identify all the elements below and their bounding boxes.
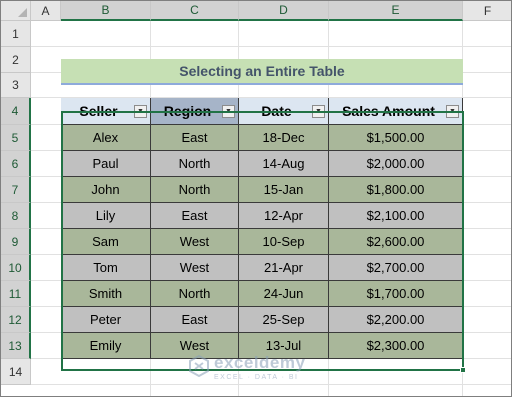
table-header-label: Seller [79,103,118,119]
table-cell[interactable]: East [151,307,239,333]
row-header-11[interactable]: 11 [1,281,31,307]
table-cell[interactable]: Emily [61,333,151,359]
table-cell[interactable]: North [151,177,239,203]
table-header-label: Sales Amount [342,103,435,119]
table-cell[interactable]: 25-Sep [239,307,329,333]
table-cell[interactable]: $2,000.00 [329,151,463,177]
column-header-c[interactable]: C [151,1,239,21]
row-header-14[interactable]: 14 [1,359,31,385]
table-cell[interactable]: $2,700.00 [329,255,463,281]
table-cell[interactable]: $1,700.00 [329,281,463,307]
watermark-name: exceldemy [214,353,306,372]
table-cell[interactable]: Peter [61,307,151,333]
table-cell[interactable]: West [151,229,239,255]
table-cell[interactable]: 10-Sep [239,229,329,255]
watermark-tagline: EXCEL · DATA · BI [214,374,299,381]
row-header-7[interactable]: 7 [1,177,31,203]
table-cell[interactable]: North [151,281,239,307]
column-header-e[interactable]: E [329,1,463,21]
row-header-1[interactable]: 1 [1,21,31,47]
sheet-title[interactable]: Selecting an Entire Table [61,59,463,85]
filter-dropdown-icon[interactable]: ▼ [446,105,459,118]
table-header-label: Date [261,103,292,119]
table-cell[interactable]: 21-Apr [239,255,329,281]
spreadsheet-window: A B C D E F 1 2 3 4 5 6 7 8 9 10 11 12 13 14 Selecting an En… [0,0,512,397]
column-header-a[interactable]: A [31,1,61,21]
row-header-13[interactable]: 13 [1,333,31,359]
filter-dropdown-icon[interactable]: ▼ [312,105,325,118]
row-header-2[interactable]: 2 [1,47,31,73]
table-cell[interactable]: Lily [61,203,151,229]
table-cell[interactable]: $1,500.00 [329,125,463,151]
table-cell[interactable]: East [151,203,239,229]
row-header-12[interactable]: 12 [1,307,31,333]
column-header-d[interactable]: D [239,1,329,21]
row-header-6[interactable]: 6 [1,151,31,177]
select-all-icon [18,8,27,17]
table-cell[interactable]: Paul [61,151,151,177]
table-cell[interactable]: Tom [61,255,151,281]
table-cell[interactable]: $2,200.00 [329,307,463,333]
table-header-seller[interactable]: Seller ▼ [61,98,151,125]
table-cell[interactable]: John [61,177,151,203]
exceldemy-watermark: exceldemy EXCEL · DATA · BI [188,353,328,385]
filter-dropdown-icon[interactable]: ▼ [222,105,235,118]
fill-handle-icon[interactable] [460,367,466,373]
table-cell[interactable]: Smith [61,281,151,307]
gridline-horizontal [31,46,511,47]
table-cell[interactable]: 15-Jan [239,177,329,203]
row-header-4[interactable]: 4 [1,98,31,125]
table-cell[interactable]: North [151,151,239,177]
table-header-sales-amount[interactable]: Sales Amount ▼ [329,98,463,125]
column-header-f[interactable]: F [463,1,511,21]
table-cell[interactable]: West [151,255,239,281]
table-header-date[interactable]: Date ▼ [239,98,329,125]
select-all-button[interactable] [1,1,31,21]
filter-dropdown-icon[interactable]: ▼ [134,105,147,118]
table-cell[interactable]: 18-Dec [239,125,329,151]
table-header-region[interactable]: Region ▼ [151,98,239,125]
row-header-9[interactable]: 9 [1,229,31,255]
column-header-b[interactable]: B [61,1,151,21]
table-cell[interactable]: $2,300.00 [329,333,463,359]
table-cell[interactable]: $2,600.00 [329,229,463,255]
table-cell[interactable]: 24-Jun [239,281,329,307]
table-cell[interactable]: East [151,125,239,151]
table-cell[interactable]: Sam [61,229,151,255]
exceldemy-logo-icon [189,355,209,377]
table-cell[interactable]: $1,800.00 [329,177,463,203]
row-header-3[interactable]: 3 [1,73,31,98]
table-cell[interactable]: Alex [61,125,151,151]
table-cell[interactable]: $2,100.00 [329,203,463,229]
table-header-label: Region [163,103,212,119]
row-header-8[interactable]: 8 [1,203,31,229]
table-cell[interactable]: 12-Apr [239,203,329,229]
table-cell[interactable]: 14-Aug [239,151,329,177]
row-header-5[interactable]: 5 [1,125,31,151]
row-header-10[interactable]: 10 [1,255,31,281]
